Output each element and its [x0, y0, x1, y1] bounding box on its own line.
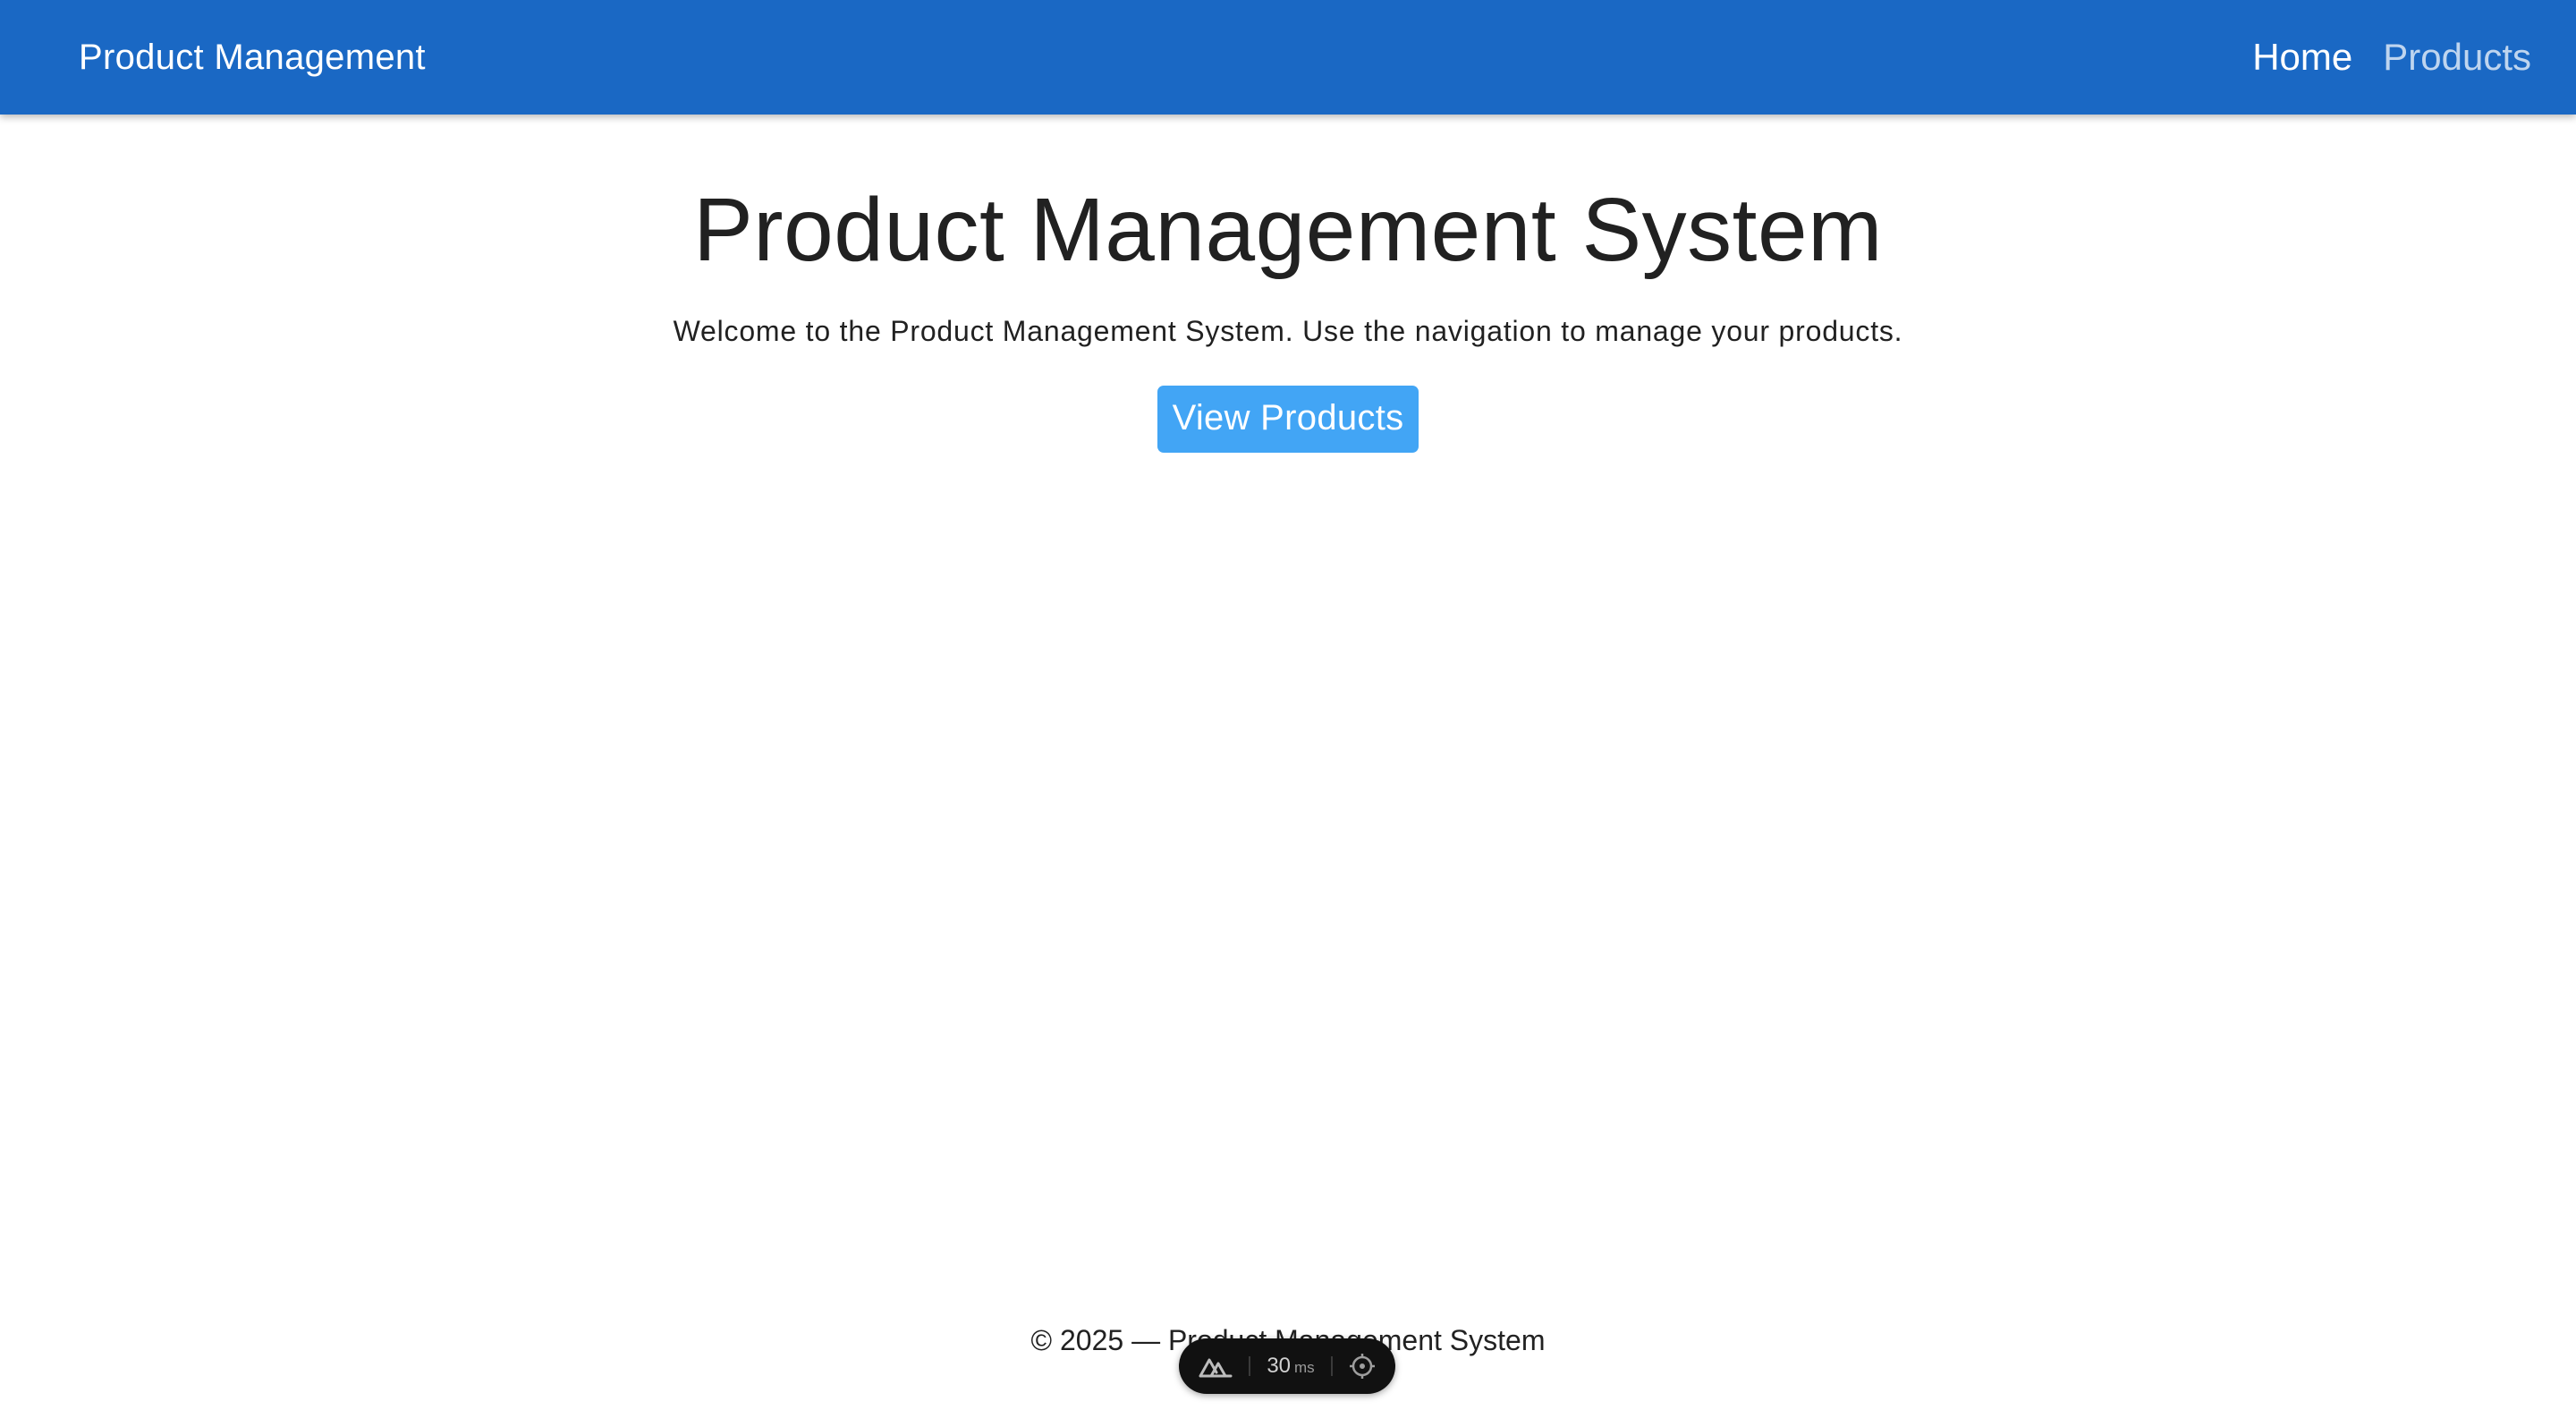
- nav-link-home[interactable]: Home: [2252, 36, 2352, 79]
- page-title: Product Management System: [693, 180, 1883, 280]
- nav-link-products[interactable]: Products: [2383, 36, 2531, 79]
- timing-value: 30: [1267, 1354, 1292, 1378]
- app-bar: Product Management Home Products: [0, 0, 2576, 115]
- brand-title[interactable]: Product Management: [79, 38, 426, 78]
- view-products-button[interactable]: View Products: [1157, 386, 1419, 453]
- nuxt-logo-icon[interactable]: [1199, 1355, 1233, 1378]
- devtools-toolbar[interactable]: 30 ms: [1179, 1338, 1395, 1394]
- main-content: Product Management System Welcome to the…: [0, 115, 2576, 453]
- devtools-separator: [1330, 1356, 1333, 1376]
- devtools-separator: [1249, 1356, 1251, 1376]
- main-nav: Home Products: [2252, 36, 2531, 79]
- crosshair-icon[interactable]: [1349, 1353, 1376, 1380]
- welcome-text: Welcome to the Product Management System…: [673, 315, 1903, 347]
- render-timing[interactable]: 30 ms: [1267, 1354, 1314, 1379]
- timing-unit: ms: [1294, 1359, 1315, 1376]
